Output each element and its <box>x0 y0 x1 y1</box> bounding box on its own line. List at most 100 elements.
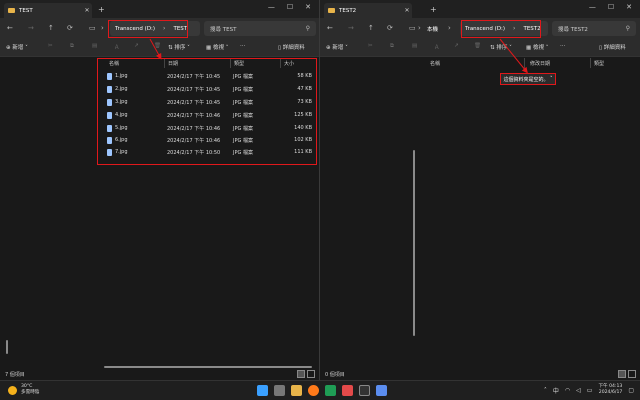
task-view-icon[interactable] <box>274 385 285 396</box>
more-icon[interactable]: ··· <box>560 43 565 49</box>
column-divider[interactable] <box>590 58 591 68</box>
minimize-icon[interactable]: — <box>268 3 275 11</box>
column-header-name[interactable]: 名稱 <box>430 60 440 67</box>
view-toggle <box>297 370 315 378</box>
paste-icon[interactable]: ▤ <box>92 43 97 49</box>
nav-scrollbar[interactable] <box>6 340 8 354</box>
terminal-icon[interactable] <box>359 385 370 396</box>
share-icon[interactable]: ↗ <box>454 43 459 49</box>
column-header-modified[interactable]: 修改日期 <box>530 60 550 67</box>
app-icon[interactable] <box>342 385 353 396</box>
navigation-pane[interactable] <box>320 57 418 380</box>
breadcrumb-chevron-icon: › <box>101 24 104 32</box>
start-icon[interactable] <box>257 385 268 396</box>
new-tab-icon[interactable]: + <box>430 5 437 14</box>
close-tab-icon[interactable]: ✕ <box>402 7 412 14</box>
new-tab-icon[interactable]: + <box>98 5 105 14</box>
cut-icon[interactable]: ✂ <box>368 43 373 49</box>
speaker-icon[interactable]: ◁ <box>576 387 581 394</box>
tiles-view-icon[interactable] <box>628 370 636 378</box>
highlight-breadcrumb <box>108 20 188 38</box>
monitor-icon[interactable]: ▭ <box>89 24 96 32</box>
back-icon[interactable]: ← <box>7 24 13 32</box>
new-button[interactable]: ⊕ 新增 ˅ <box>326 43 348 51</box>
more-icon[interactable]: ··· <box>240 43 245 49</box>
delete-icon[interactable]: 🗑 <box>154 43 161 49</box>
tiles-view-icon[interactable] <box>307 370 315 378</box>
window-controls: — ☐ ✕ <box>589 3 632 11</box>
tab-bar: TEST ✕ + — ☐ ✕ <box>0 0 319 18</box>
highlight-breadcrumb <box>461 20 541 38</box>
search-icon: ⚲ <box>305 25 310 32</box>
view-button[interactable]: ▦ 檢視 ˅ <box>206 43 228 51</box>
forward-icon[interactable]: → <box>348 24 354 32</box>
maximize-icon[interactable]: ☐ <box>608 3 614 11</box>
copy-icon[interactable]: ⧉ <box>70 43 74 50</box>
close-window-icon[interactable]: ✕ <box>305 3 311 11</box>
column-header-type[interactable]: 類型 <box>594 60 604 67</box>
explorer-window-test2: TEST2 ✕ + — ☐ ✕ ← → ↑ ⟳ ▭ › 本機 › Transce… <box>320 0 640 380</box>
new-button[interactable]: ⊕ 新增 ˅ <box>6 43 28 51</box>
weather-widget[interactable]: 30°C 多雲時陰 <box>8 384 39 396</box>
breadcrumb-this-pc[interactable]: 本機 <box>427 25 438 33</box>
delete-icon[interactable]: 🗑 <box>474 43 481 49</box>
tab-bar: TEST2 ✕ + — ☐ ✕ <box>320 0 640 18</box>
maximize-icon[interactable]: ☐ <box>287 3 293 11</box>
status-bar: 0 個項目 <box>320 368 640 380</box>
empty-folder-message: 這個資料夾是空的。 ˅ <box>500 73 556 85</box>
up-icon[interactable]: ↑ <box>48 24 54 32</box>
minimize-icon[interactable]: — <box>589 3 596 11</box>
sort-button[interactable]: ⇅ 排序 ˅ <box>168 43 190 51</box>
command-bar: ⊕ 新增 ˅ ✂ ⧉ ▤ Ａ ↗ 🗑 ⇅ 排序 ˅ ▦ 檢視 ˅ ··· ▯ 詳… <box>320 39 640 57</box>
tab-test[interactable]: TEST ✕ <box>4 3 92 18</box>
ime-indicator[interactable]: 中 <box>553 386 559 395</box>
refresh-icon[interactable]: ⟳ <box>387 24 393 32</box>
cut-icon[interactable]: ✂ <box>48 43 53 49</box>
sort-button[interactable]: ⇅ 排序 ˅ <box>490 43 512 51</box>
spreadsheet-app-icon[interactable] <box>325 385 336 396</box>
close-tab-icon[interactable]: ✕ <box>82 7 92 14</box>
firefox-icon[interactable] <box>308 385 319 396</box>
view-toggle <box>618 370 636 378</box>
details-view-icon[interactable] <box>618 370 626 378</box>
battery-icon[interactable]: ▭ <box>587 387 593 394</box>
breadcrumb-chevron-icon: › <box>448 24 451 32</box>
wifi-icon[interactable]: ◠ <box>565 387 570 394</box>
command-bar: ⊕ 新增 ˅ ✂ ⧉ ▤ Ａ ↗ 🗑 ⇅ 排序 ˅ ▦ 檢視 ˅ ··· ▯ 詳… <box>0 39 319 57</box>
details-view-icon[interactable] <box>297 370 305 378</box>
rename-icon[interactable]: Ａ <box>434 43 440 51</box>
paste-icon[interactable]: ▤ <box>412 43 417 49</box>
refresh-icon[interactable]: ⟳ <box>67 24 73 32</box>
notepad-icon[interactable] <box>376 385 387 396</box>
system-tray: ˄ 中 ◠ ◁ ▭ 下午 04:13 2024/6/17 ▢ <box>544 384 634 396</box>
share-icon[interactable]: ↗ <box>134 43 139 49</box>
up-icon[interactable]: ↑ <box>368 24 374 32</box>
copy-icon[interactable]: ⧉ <box>390 43 394 50</box>
nav-scrollbar[interactable] <box>413 150 415 336</box>
tab-test2[interactable]: TEST2 ✕ <box>324 3 412 18</box>
search-box[interactable]: 搜尋 TEST2 ⚲ <box>552 21 636 36</box>
back-icon[interactable]: ← <box>327 24 333 32</box>
notification-icon[interactable]: ▢ <box>628 387 634 394</box>
search-placeholder: 搜尋 TEST <box>210 26 237 33</box>
rename-icon[interactable]: Ａ <box>114 43 120 51</box>
view-button[interactable]: ▦ 檢視 ˅ <box>526 43 548 51</box>
chevron-up-icon[interactable]: ˄ <box>544 387 547 394</box>
clock-date: 2024/6/17 <box>598 390 623 395</box>
column-divider[interactable] <box>524 58 525 68</box>
details-pane-button[interactable]: ▯ 詳細資料 <box>278 43 305 51</box>
highlight-file-list <box>97 58 317 165</box>
file-explorer-icon[interactable] <box>291 385 302 396</box>
weather-desc: 多雲時陰 <box>21 390 40 395</box>
status-bar: 7 個項目 <box>0 368 319 380</box>
window-controls: — ☐ ✕ <box>268 3 311 11</box>
clock[interactable]: 下午 04:13 2024/6/17 <box>598 384 622 396</box>
close-window-icon[interactable]: ✕ <box>626 3 632 11</box>
forward-icon[interactable]: → <box>28 24 34 32</box>
explorer-window-test: TEST ✕ + — ☐ ✕ ← → ↑ ⟳ ▭ › Transcend (D:… <box>0 0 319 380</box>
details-pane-button[interactable]: ▯ 詳細資料 <box>599 43 626 51</box>
monitor-icon[interactable]: ▭ <box>409 24 416 32</box>
navigation-pane[interactable] <box>0 57 98 380</box>
taskbar-apps <box>257 385 387 396</box>
search-box[interactable]: 搜尋 TEST ⚲ <box>204 21 316 36</box>
